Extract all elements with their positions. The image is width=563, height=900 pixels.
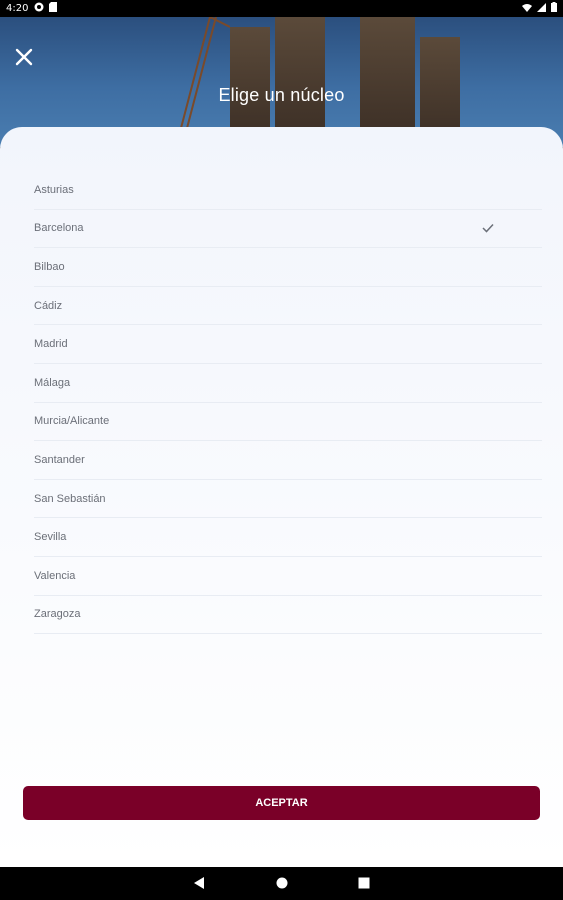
status-bar: 4:20 xyxy=(0,0,563,17)
check-icon xyxy=(482,223,494,233)
city-list: Asturias Barcelona Bilbao Cádiz Madrid Málaga… xyxy=(34,171,542,635)
list-item[interactable]: Zaragoza xyxy=(34,596,542,635)
list-item[interactable]: Cádiz xyxy=(34,287,542,326)
list-item-label: Sevilla xyxy=(34,531,67,544)
close-button[interactable] xyxy=(12,45,36,69)
wifi-icon xyxy=(522,3,532,15)
list-item-label: Madrid xyxy=(34,338,68,351)
list-item-label: San Sebastián xyxy=(34,492,106,505)
selection-sheet: Asturias Barcelona Bilbao Cádiz Madrid Málaga… xyxy=(0,127,563,867)
sd-card-icon xyxy=(49,2,58,15)
list-item[interactable]: Bilbao xyxy=(34,248,542,287)
list-item-label: Zaragoza xyxy=(34,608,81,621)
close-icon xyxy=(15,48,33,66)
signal-icon xyxy=(537,2,546,15)
list-item[interactable]: Sevilla xyxy=(34,518,542,557)
battery-icon xyxy=(551,2,557,15)
crane-icon xyxy=(179,17,230,132)
list-item-label: Barcelona xyxy=(34,222,84,235)
list-item[interactable]: Málaga xyxy=(34,364,542,403)
list-item[interactable]: San Sebastián xyxy=(34,480,542,519)
list-item[interactable]: Murcia/Alicante xyxy=(34,403,542,442)
list-item[interactable]: Madrid xyxy=(34,325,542,364)
back-icon[interactable] xyxy=(193,874,206,893)
list-item[interactable]: Valencia xyxy=(34,557,542,596)
nav-bar xyxy=(0,867,563,900)
recents-icon[interactable] xyxy=(358,874,370,893)
page-title: Elige un núcleo xyxy=(218,85,345,105)
list-item-label: Bilbao xyxy=(34,260,65,273)
list-item-label: Cádiz xyxy=(34,299,63,312)
home-icon[interactable] xyxy=(276,874,288,893)
list-item-label: Valencia xyxy=(34,569,76,582)
list-item[interactable]: Santander xyxy=(34,441,542,480)
list-item-label: Asturias xyxy=(34,183,74,196)
list-item-label: Santander xyxy=(34,453,85,466)
list-item[interactable]: Asturias xyxy=(34,171,542,210)
pocket-casts-icon xyxy=(34,2,44,15)
list-item-label: Málaga xyxy=(34,376,71,389)
list-item-label: Murcia/Alicante xyxy=(34,415,110,428)
accept-button[interactable]: ACEPTAR xyxy=(23,786,540,820)
status-time: 4:20 xyxy=(6,3,29,14)
list-item[interactable]: Barcelona xyxy=(34,210,542,249)
